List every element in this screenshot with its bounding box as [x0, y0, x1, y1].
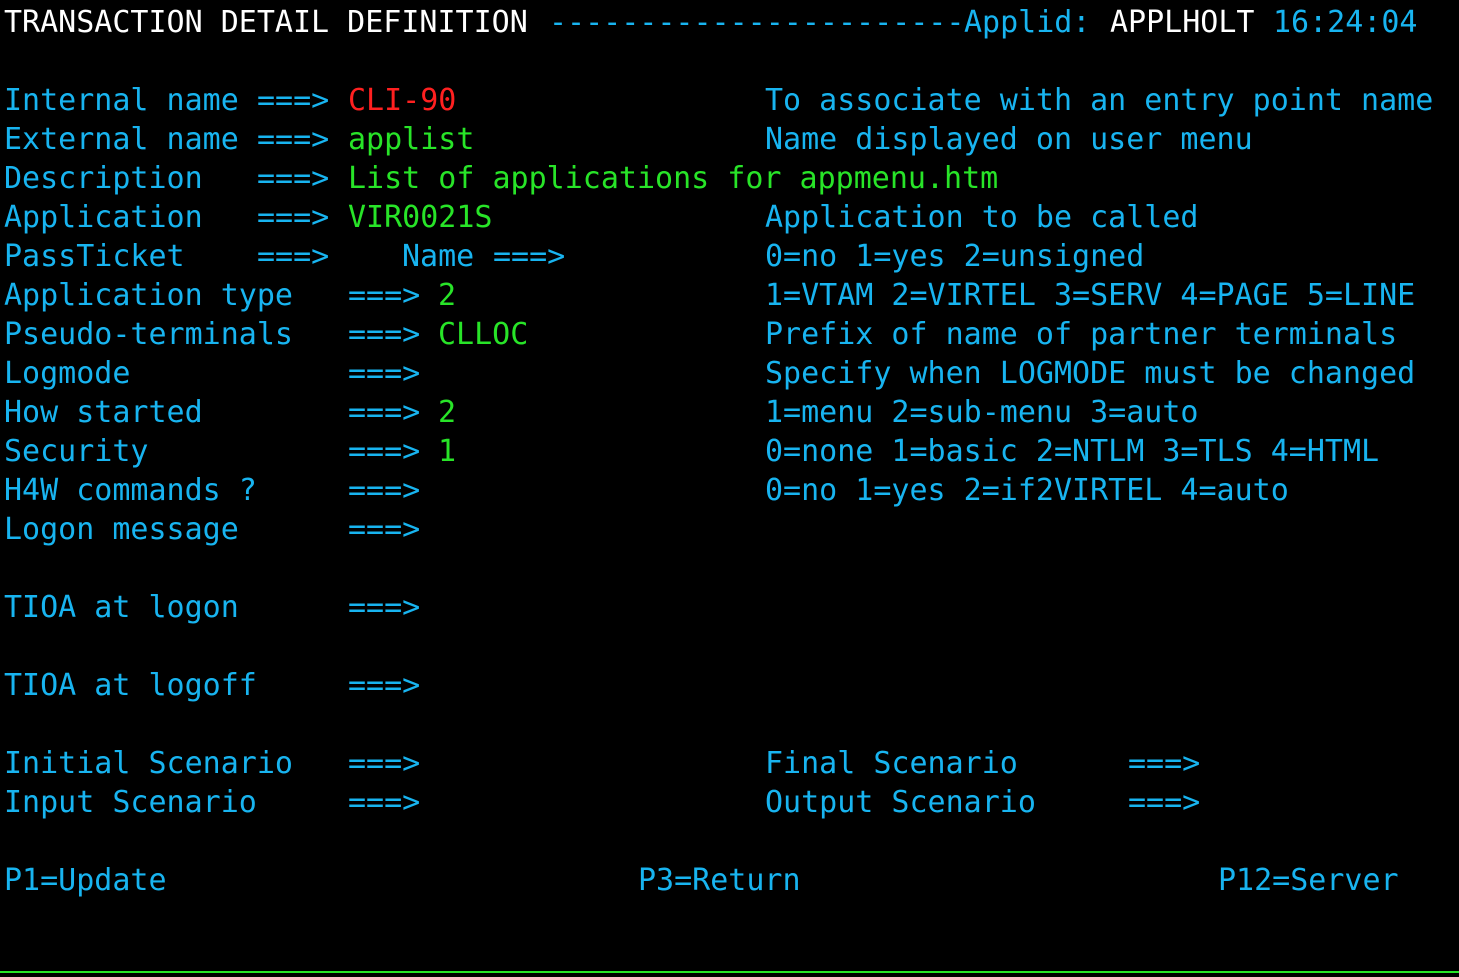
- application-input[interactable]: VIR0021S: [348, 198, 493, 237]
- initial-scenario-label: Initial Scenario: [4, 746, 293, 781]
- logon-message-input[interactable]: [438, 510, 1338, 549]
- tioa-logon-label: TIOA at logon: [4, 590, 239, 625]
- tioa-logon-input[interactable]: [438, 588, 1338, 627]
- pseudo-terminals-input[interactable]: CLLOC: [438, 315, 528, 354]
- passticket-arrow: ===>: [257, 239, 330, 274]
- input-scenario-arrow: ===>: [348, 785, 421, 820]
- application-type-label: Application type: [4, 278, 293, 313]
- h4w-commands-arrow: ===>: [348, 473, 421, 508]
- input-scenario-input[interactable]: [438, 783, 588, 822]
- external-name-help: Name displayed on user menu: [765, 122, 1253, 157]
- output-scenario-arrow: ===>: [1128, 785, 1201, 820]
- tioa-logon-arrow: ===>: [348, 590, 421, 625]
- how-started-help: 1=menu 2=sub-menu 3=auto: [765, 395, 1199, 430]
- pseudo-terminals-label: Pseudo-terminals: [4, 317, 293, 352]
- h4w-commands-help: 0=no 1=yes 2=if2VIRTEL 4=auto: [765, 473, 1289, 508]
- security-help: 0=none 1=basic 2=NTLM 3=TLS 4=HTML: [765, 434, 1380, 469]
- applid-value: APPLHOLT: [1110, 5, 1255, 40]
- how-started-arrow: ===>: [348, 395, 421, 430]
- logmode-input[interactable]: [438, 354, 588, 393]
- application-type-help: 1=VTAM 2=VIRTEL 3=SERV 4=PAGE 5=LINE: [765, 278, 1416, 313]
- passticket-name-input[interactable]: [584, 237, 734, 276]
- internal-name-input[interactable]: CLI-90: [348, 81, 456, 120]
- application-label: Application: [4, 200, 203, 235]
- logmode-help: Specify when LOGMODE must be changed: [765, 356, 1416, 391]
- passticket-name-label: Name: [402, 239, 475, 274]
- tioa-logoff-arrow: ===>: [348, 668, 421, 703]
- final-scenario-arrow: ===>: [1128, 746, 1201, 781]
- internal-name-label: Internal name: [4, 83, 239, 118]
- initial-scenario-arrow: ===>: [348, 746, 421, 781]
- how-started-label: How started: [4, 395, 203, 430]
- initial-scenario-input[interactable]: [438, 744, 588, 783]
- security-input[interactable]: 1: [438, 432, 498, 471]
- screen-title: TRANSACTION DETAIL DEFINITION: [4, 5, 528, 40]
- application-type-arrow: ===>: [348, 278, 421, 313]
- title-rule: -----------------------: [549, 5, 965, 40]
- logmode-arrow: ===>: [348, 356, 421, 391]
- pseudo-terminals-help: Prefix of name of partner terminals: [765, 317, 1398, 352]
- tioa-logoff-input[interactable]: [438, 666, 1338, 705]
- pf12-server-key[interactable]: P12=Server: [1218, 861, 1399, 900]
- pf3-return-key[interactable]: P3=Return: [638, 861, 801, 900]
- clock-time: 16:24:04: [1273, 5, 1418, 40]
- final-scenario-label: Final Scenario: [765, 746, 1018, 781]
- passticket-input[interactable]: [336, 237, 376, 276]
- how-started-input[interactable]: 2: [438, 393, 498, 432]
- passticket-help: 0=no 1=yes 2=unsigned: [765, 239, 1145, 274]
- logmode-label: Logmode: [4, 356, 131, 391]
- applid-label: Applid:: [964, 5, 1091, 40]
- passticket-label: PassTicket: [4, 239, 185, 274]
- application-help: Application to be called: [765, 200, 1199, 235]
- passticket-name-arrow: ===>: [493, 239, 566, 274]
- application-arrow: ===>: [257, 200, 330, 235]
- output-scenario-input[interactable]: [1218, 783, 1368, 822]
- bottom-divider: [0, 971, 1459, 973]
- external-name-arrow: ===>: [257, 122, 330, 157]
- h4w-commands-label: H4W commands ?: [4, 473, 257, 508]
- tioa-logoff-label: TIOA at logoff: [4, 668, 257, 703]
- external-name-label: External name: [4, 122, 239, 157]
- logon-message-label: Logon message: [4, 512, 239, 547]
- description-input[interactable]: List of applications for appmenu.htm: [348, 159, 998, 198]
- security-label: Security: [4, 434, 149, 469]
- h4w-commands-input[interactable]: [438, 471, 498, 510]
- application-type-input[interactable]: 2: [438, 276, 498, 315]
- logon-message-arrow: ===>: [348, 512, 421, 547]
- description-label: Description: [4, 161, 203, 196]
- security-arrow: ===>: [348, 434, 421, 469]
- internal-name-help: To associate with an entry point name: [765, 83, 1434, 118]
- final-scenario-input[interactable]: [1218, 744, 1368, 783]
- description-arrow: ===>: [257, 161, 330, 196]
- external-name-input[interactable]: applist: [348, 120, 474, 159]
- input-scenario-label: Input Scenario: [4, 785, 257, 820]
- pf1-update-key[interactable]: P1=Update: [4, 861, 167, 900]
- internal-name-arrow: ===>: [257, 83, 330, 118]
- pseudo-terminals-arrow: ===>: [348, 317, 421, 352]
- output-scenario-label: Output Scenario: [765, 785, 1036, 820]
